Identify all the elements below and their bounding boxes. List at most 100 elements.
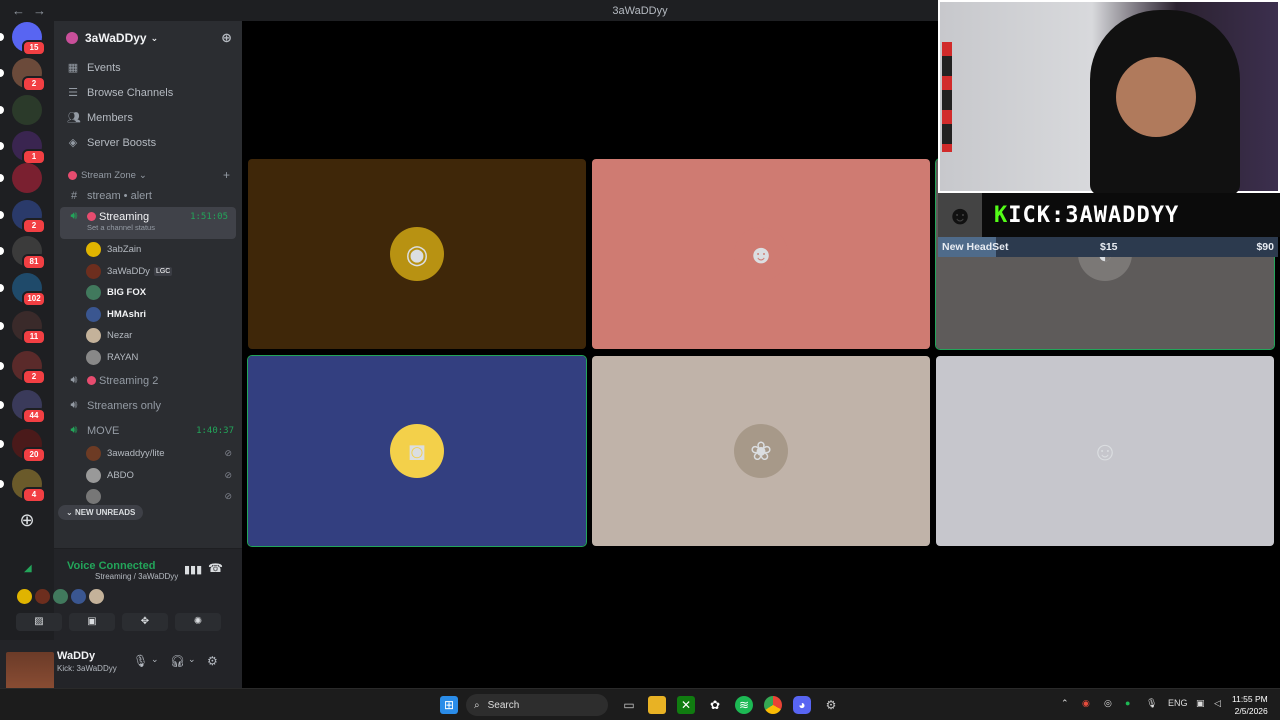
menu-item-label: Members	[87, 111, 133, 124]
activities-button[interactable]: ✥	[122, 613, 168, 631]
server-icon[interactable]: 15	[0, 22, 46, 56]
video-tile[interactable]: ❀	[592, 356, 930, 546]
server-icon[interactable]: 81	[0, 236, 46, 270]
category-stream-zone[interactable]: Stream Zone ⌄ +	[54, 165, 242, 185]
microphone-icon[interactable]: 🎙︎	[1146, 698, 1157, 709]
disconnect-icon[interactable]: ☎	[208, 561, 223, 575]
channel-status[interactable]: Set a channel status	[67, 223, 155, 232]
add-channel-icon[interactable]: +	[223, 168, 230, 182]
avatar[interactable]	[71, 589, 86, 604]
guild-header[interactable]: 3aWaDDyy ⌄ ⊕	[54, 21, 242, 55]
muted-icon: ⊘	[224, 491, 232, 502]
menu-item-events[interactable]: ▦ Events	[54, 55, 242, 80]
server-icon[interactable]: 2	[0, 200, 46, 234]
menu-item-members[interactable]: 👥︎ Members	[54, 105, 242, 130]
server-icon[interactable]	[0, 95, 42, 125]
voice-user[interactable]: HMAshri	[54, 304, 242, 326]
speaker-icon: 🔊︎	[70, 210, 78, 222]
server-icon[interactable]: 11	[0, 311, 46, 345]
channel-streamers-only[interactable]: 🔊︎ Streamers only	[54, 393, 242, 418]
kick-banner: ☻ KICK:3AWADDYY	[938, 193, 1280, 237]
chevron-down-icon[interactable]: ⌄	[151, 654, 159, 665]
file-explorer-icon[interactable]	[648, 696, 666, 714]
mention-badge: 20	[22, 447, 46, 463]
chatgpt-icon[interactable]: ✿	[706, 696, 724, 714]
server-icon[interactable]	[0, 163, 42, 193]
gear-icon[interactable]: ⚙	[207, 654, 218, 668]
channel-move[interactable]: 🔊︎ MOVE 1:40:37	[54, 418, 242, 443]
screen-share-button[interactable]: ▣	[69, 613, 115, 631]
voice-user[interactable]: ABDO ⊘	[54, 465, 242, 487]
avatar[interactable]	[89, 589, 104, 604]
avatar[interactable]	[17, 589, 32, 604]
unread-indicator	[0, 284, 4, 292]
channel-label: MOVE	[87, 424, 120, 437]
unread-indicator	[0, 401, 4, 409]
server-icon[interactable]: 102	[0, 273, 46, 307]
avatar	[86, 306, 101, 322]
participant-avatar: ◉	[390, 227, 444, 281]
channel-label: Streaming 2	[99, 374, 159, 387]
chevron-down-icon[interactable]: ⌄	[188, 654, 196, 665]
server-icon[interactable]: 2	[0, 351, 46, 385]
settings-icon[interactable]: ⚙	[822, 696, 840, 714]
voice-user[interactable]: 3aWaDDy LGC	[54, 261, 242, 283]
chevron-down-icon: ⌄	[150, 32, 159, 43]
channel-streaming[interactable]: 🔊︎ Streaming 1:51:05 Set a channel statu…	[60, 207, 236, 239]
server-icon[interactable]: 44	[0, 390, 46, 424]
video-tile[interactable]: ◉	[248, 159, 586, 349]
menu-item-browse-channels[interactable]: ☰ Browse Channels	[54, 80, 242, 105]
taskbar: ⊞ ⌕ Search ▭ ✕ ✿ ≋ ◕ ⚙ ⌃ ◉ ◎ ● 🎙︎ ENG ▣ …	[0, 688, 1280, 720]
chevron-up-icon[interactable]: ⌃	[1061, 698, 1069, 709]
task-view-icon[interactable]: ▭	[620, 696, 638, 714]
soundboard-button[interactable]: ✺	[175, 613, 221, 631]
xbox-icon[interactable]: ✕	[677, 696, 695, 714]
menu-item-server-boosts[interactable]: ◈ Server Boosts	[54, 130, 242, 155]
server-icon[interactable]: 1	[0, 131, 46, 165]
video-tile[interactable]: ☻	[592, 159, 930, 349]
chrome-icon[interactable]	[764, 696, 782, 714]
unread-indicator	[0, 174, 4, 182]
clock[interactable]: 11:55 PM 2/5/2026	[1232, 693, 1268, 717]
steam-icon[interactable]: ◎	[1104, 698, 1112, 709]
voice-user[interactable]: 3awaddyy/lite ⊘	[54, 443, 242, 465]
search-box[interactable]: ⌕ Search	[466, 694, 608, 716]
video-tile[interactable]: ☺	[936, 356, 1274, 546]
start-icon[interactable]: ⊞	[440, 696, 458, 714]
voice-user[interactable]: RAYAN	[54, 347, 242, 369]
obs-icon[interactable]: ◉	[1082, 698, 1090, 709]
spotify-tray-icon[interactable]: ●	[1125, 698, 1130, 708]
volume-icon[interactable]: ◁	[1214, 698, 1221, 709]
invite-icon[interactable]: ⊕	[221, 30, 232, 46]
server-icon[interactable]: 20	[0, 429, 46, 463]
voice-user[interactable]: BIG FOX	[54, 282, 242, 304]
voice-user-name: ABDO	[107, 469, 134, 481]
boost-icon: ◈	[68, 137, 78, 149]
discord-icon[interactable]: ◕	[793, 696, 811, 714]
clock-date: 2/5/2026	[1234, 706, 1268, 716]
server-icon[interactable]: 4	[0, 469, 46, 503]
language-indicator[interactable]: ENG	[1168, 698, 1188, 708]
server-icon[interactable]: 2	[0, 58, 46, 92]
search-icon: ⌕	[474, 699, 480, 711]
network-icon[interactable]: ▣	[1196, 698, 1205, 709]
channel-stream-alert[interactable]: # stream • alert	[54, 185, 242, 207]
camera-off-button[interactable]: ▨	[16, 613, 62, 631]
username[interactable]: WaDDy	[57, 650, 95, 662]
voice-user[interactable]: 3abZain	[54, 239, 242, 261]
channel-streaming-2[interactable]: 🔊︎ Streaming 2	[54, 368, 242, 393]
headphones-icon[interactable]: 🎧︎	[170, 654, 185, 668]
list-icon: ☰	[68, 87, 78, 99]
spotify-icon[interactable]: ≋	[735, 696, 753, 714]
speaker-icon: 🔊︎	[70, 374, 78, 386]
avatar[interactable]	[35, 589, 50, 604]
soundboard-icon[interactable]: ▮▮▮	[184, 563, 202, 576]
add-server-icon[interactable]: ⊕	[12, 505, 42, 535]
voice-channel[interactable]: Streaming / 3aWaDDyy	[49, 572, 178, 581]
voice-user[interactable]: Nezar	[54, 325, 242, 347]
avatar[interactable]	[53, 589, 68, 604]
live-dot-icon	[87, 212, 96, 221]
new-unreads-pill[interactable]: ⌄ NEW UNREADS	[58, 505, 144, 520]
microphone-icon[interactable]: 🎙︎	[133, 654, 148, 668]
video-tile[interactable]: ◙	[247, 355, 587, 547]
